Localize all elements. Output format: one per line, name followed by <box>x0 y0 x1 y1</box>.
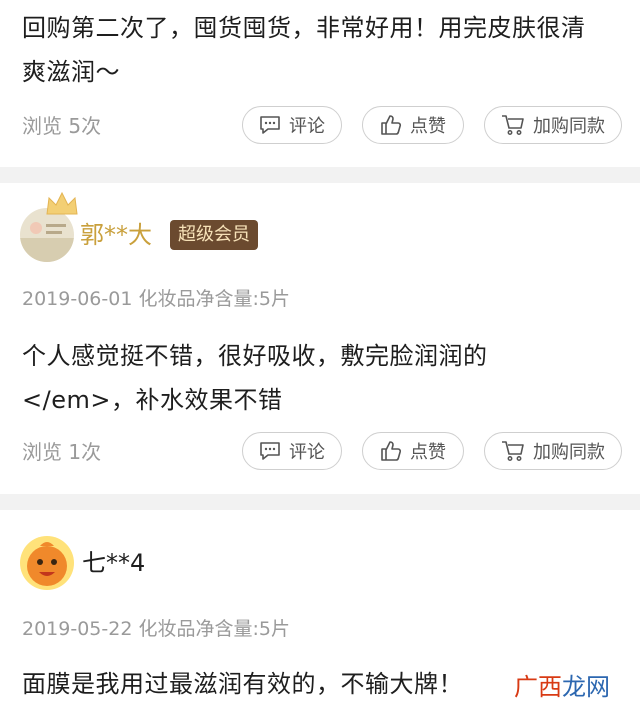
crown-icon <box>46 191 78 215</box>
section-divider <box>0 494 640 510</box>
review-date: 2019-06-01 <box>22 288 133 310</box>
thumbs-up-icon <box>381 441 402 461</box>
comment-button[interactable]: 评论 <box>242 106 342 144</box>
comment-icon <box>260 116 280 134</box>
member-badge: 超级会员 <box>170 220 258 250</box>
watermark-part-2: 龙网 <box>562 673 610 701</box>
review-text: 回购第二次了，囤货囤货，非常好用！用完皮肤很清爽滋润～ <box>22 14 586 86</box>
cart-icon <box>502 115 524 135</box>
add-to-cart-button[interactable]: 加购同款 <box>484 106 622 144</box>
product-spec: 化妆品净含量:5片 <box>138 618 290 640</box>
view-count: 浏览 5次 <box>22 114 102 138</box>
like-button[interactable]: 点赞 <box>362 432 464 470</box>
comment-button[interactable]: 评论 <box>242 432 342 470</box>
review-header-2: 郭**大 超级会员 <box>0 191 640 268</box>
like-button[interactable]: 点赞 <box>362 106 464 144</box>
review-card-2: 个人感觉挺不错，很好吸收，敷完脸润润的</em>，补水效果不错 <box>0 334 640 422</box>
watermark-part-1: 广西 <box>514 673 562 701</box>
username[interactable]: 郭**大 <box>80 208 152 262</box>
cart-icon <box>502 441 524 461</box>
comment-label: 评论 <box>289 116 325 137</box>
review-actions-1: 浏览 5次 评论 点赞 加购同款 <box>0 106 640 146</box>
add-to-cart-button[interactable]: 加购同款 <box>484 432 622 470</box>
review-meta: 2019-06-01 化妆品净含量:5片 <box>22 284 290 314</box>
like-label: 点赞 <box>410 442 446 463</box>
username[interactable]: 七**4 <box>82 536 145 590</box>
watermark: 广西龙网 <box>514 667 610 702</box>
section-divider <box>0 167 640 183</box>
add-to-cart-label: 加购同款 <box>533 116 605 137</box>
like-label: 点赞 <box>410 116 446 137</box>
review-text: 面膜是我用过最滋润有效的，不输大牌！ <box>22 670 463 698</box>
review-text: 个人感觉挺不错，很好吸收，敷完脸润润的</em>，补水效果不错 <box>22 342 488 414</box>
product-spec: 化妆品净含量:5片 <box>138 288 290 310</box>
review-date: 2019-05-22 <box>22 618 133 640</box>
view-count: 浏览 1次 <box>22 440 102 464</box>
add-to-cart-label: 加购同款 <box>533 442 605 463</box>
thumbs-up-icon <box>381 115 402 135</box>
review-feed: 回购第二次了，囤货囤货，非常好用！用完皮肤很清爽滋润～ 浏览 5次 评论 点赞 … <box>0 0 640 712</box>
review-meta: 2019-05-22 化妆品净含量:5片 <box>22 614 290 644</box>
review-actions-2: 浏览 1次 评论 点赞 加购同款 <box>0 432 640 472</box>
avatar[interactable] <box>20 536 74 590</box>
comment-label: 评论 <box>289 442 325 463</box>
review-header-3: 七**4 <box>0 536 640 596</box>
review-card-1: 回购第二次了，囤货囤货，非常好用！用完皮肤很清爽滋润～ <box>0 6 640 94</box>
comment-icon <box>260 442 280 460</box>
